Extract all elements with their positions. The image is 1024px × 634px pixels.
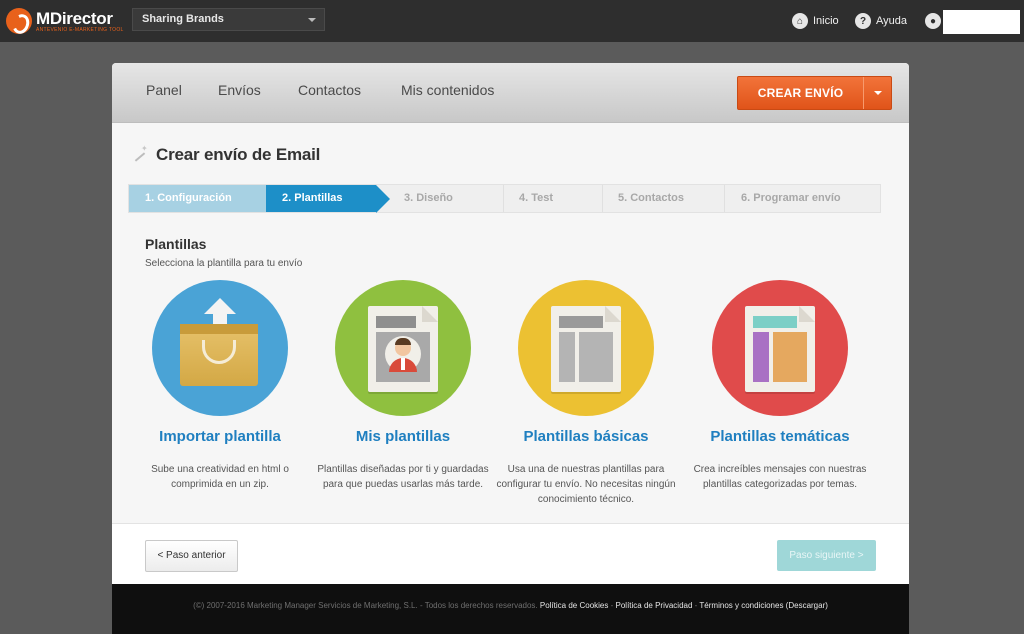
thematic-template-icon[interactable] <box>712 280 848 416</box>
magic-wand-icon <box>132 144 148 162</box>
previous-step-button[interactable]: < Paso anterior <box>145 540 238 572</box>
help-link-label: Ayuda <box>876 15 907 27</box>
logo-icon <box>6 8 32 34</box>
option-description: Plantillas diseñadas por ti y guardadas … <box>317 464 489 490</box>
option-import-template[interactable]: Importar plantilla Sube una creatividad … <box>128 280 312 510</box>
nav-item-contactos[interactable]: Contactos <box>298 82 361 98</box>
nav-item-panel[interactable]: Panel <box>146 82 182 98</box>
step-arrow <box>376 185 390 213</box>
wizard-navigation: < Paso anterior Paso siguiente > <box>112 523 909 584</box>
option-title[interactable]: Plantillas temáticas <box>678 428 882 445</box>
user-template-icon[interactable] <box>335 280 471 416</box>
create-send-button[interactable]: CREAR ENVÍO <box>737 76 892 110</box>
home-link[interactable]: ⌂ Inicio <box>792 13 839 29</box>
chevron-down-icon <box>874 91 882 95</box>
upload-box-icon[interactable] <box>152 280 288 416</box>
content-area: Crear envío de Email 1. Configuración 2.… <box>112 123 909 523</box>
step-test: 4. Test <box>519 192 554 204</box>
brand-select-value: Sharing Brands <box>142 13 224 25</box>
option-description: Usa una de nuestras plantillas para conf… <box>496 464 676 505</box>
option-my-templates[interactable]: Mis plantillas Plantillas diseñadas por … <box>311 280 495 510</box>
help-icon: ? <box>855 13 871 29</box>
top-bar: MDirector ANTEVENIO E-MARKETING TOOL Sha… <box>0 0 1024 42</box>
page-title: Crear envío de Email <box>156 145 321 164</box>
option-thematic-templates[interactable]: Plantillas temáticas Crea increíbles men… <box>688 280 872 510</box>
step-diseno: 3. Diseño <box>404 192 453 204</box>
brand-select[interactable]: Sharing Brands <box>132 8 325 31</box>
user-icon: ● <box>925 13 941 29</box>
option-basic-templates[interactable]: Plantillas básicas Usa una de nuestras p… <box>494 280 678 510</box>
create-send-dropdown[interactable] <box>863 77 891 109</box>
cookies-policy-link[interactable]: Política de Cookies <box>540 601 608 610</box>
chevron-down-icon <box>308 18 316 22</box>
option-title[interactable]: Mis plantillas <box>301 428 505 445</box>
user-name-box[interactable] <box>943 10 1020 34</box>
logo-subtitle: ANTEVENIO E-MARKETING TOOL <box>36 26 124 33</box>
option-description: Sube una creatividad en html o comprimid… <box>151 464 289 490</box>
option-description: Crea increíbles mensajes con nuestras pl… <box>693 464 867 490</box>
main-nav: Panel Envíos Contactos Mis contenidos CR… <box>112 63 909 123</box>
footer-copyright: (©) 2007-2016 Marketing Manager Servicio… <box>193 601 538 610</box>
option-title[interactable]: Importar plantilla <box>118 428 322 445</box>
privacy-policy-link[interactable]: Política de Privacidad <box>616 601 693 610</box>
create-send-label: CREAR ENVÍO <box>757 86 844 100</box>
step-contactos: 5. Contactos <box>618 192 685 204</box>
basic-template-icon[interactable] <box>518 280 654 416</box>
footer: (©) 2007-2016 Marketing Manager Servicio… <box>112 584 909 634</box>
section-subtitle: Selecciona la plantilla para tu envío <box>145 258 303 269</box>
logo-name: MDirector <box>36 8 113 28</box>
terms-link[interactable]: Términos y condiciones (Descargar) <box>699 601 828 610</box>
step-configuracion[interactable]: 1. Configuración <box>129 185 266 212</box>
option-title[interactable]: Plantillas básicas <box>484 428 688 445</box>
home-link-label: Inicio <box>813 15 839 27</box>
help-link[interactable]: ? Ayuda <box>855 13 907 29</box>
next-step-button[interactable]: Paso siguiente > <box>777 540 876 571</box>
step-plantillas[interactable]: 2. Plantillas <box>266 185 376 212</box>
home-icon: ⌂ <box>792 13 808 29</box>
page-heading: Crear envío de Email <box>132 144 321 165</box>
main-card: Panel Envíos Contactos Mis contenidos CR… <box>112 63 909 584</box>
mdirector-logo[interactable]: MDirector ANTEVENIO E-MARKETING TOOL <box>6 6 124 36</box>
nav-item-envios[interactable]: Envíos <box>218 82 261 98</box>
section-title: Plantillas <box>145 236 207 252</box>
wizard-steps: 1. Configuración 2. Plantillas 3. Diseño… <box>128 184 881 213</box>
nav-item-mis-contenidos[interactable]: Mis contenidos <box>401 82 494 98</box>
step-programar-envio: 6. Programar envío <box>741 192 841 204</box>
